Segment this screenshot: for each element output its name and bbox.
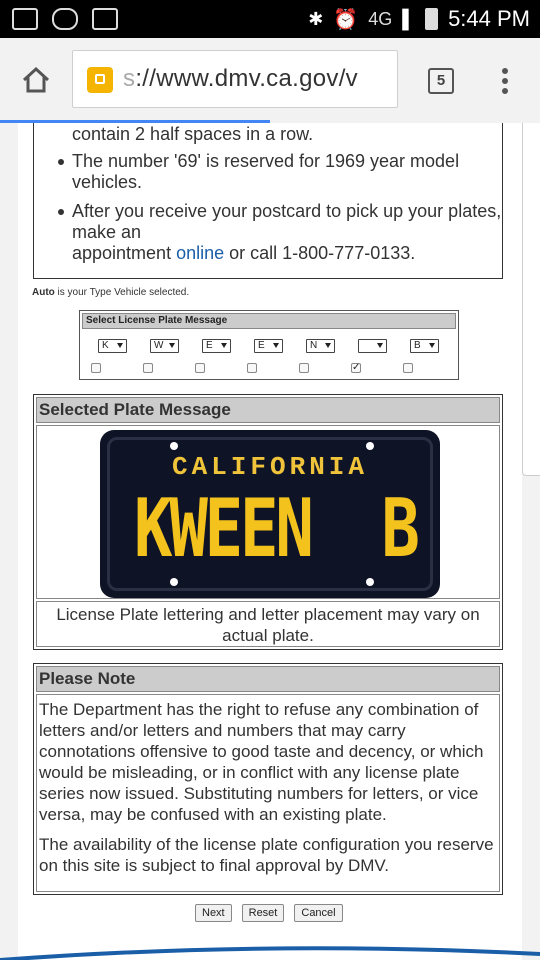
url-text: ://www.dmv.ca.gov/v <box>135 65 358 92</box>
home-icon[interactable] <box>20 64 52 96</box>
address-bar[interactable]: s://www.dmv.ca.gov/v <box>72 50 398 108</box>
browser-toolbar: s://www.dmv.ca.gov/v 5 <box>0 38 540 122</box>
plate-hole <box>366 442 374 450</box>
character-select-7[interactable]: B <box>410 339 439 353</box>
info-box: contain 2 half spaces in a row. The numb… <box>33 123 503 279</box>
next-button[interactable]: Next <box>195 904 232 922</box>
plate-hole <box>366 578 374 586</box>
overflow-menu-icon[interactable] <box>502 68 508 98</box>
half-space-checkbox-5[interactable] <box>299 363 309 373</box>
selected-plate-heading: Selected Plate Message <box>36 397 500 423</box>
online-link[interactable]: online <box>176 243 224 263</box>
character-select-value: B <box>414 340 421 351</box>
chevron-down-icon <box>377 343 383 348</box>
character-select-3[interactable]: E <box>202 339 231 353</box>
lock-icon <box>87 67 113 93</box>
note-paragraph: The availability of the license plate co… <box>39 835 494 875</box>
bottom-decoration <box>0 946 540 960</box>
please-note-heading: Please Note <box>36 666 500 692</box>
half-space-checkbox-2[interactable] <box>143 363 153 373</box>
character-select-value: E <box>206 340 213 351</box>
character-select-5[interactable]: N <box>306 339 335 353</box>
plate-message-text: KWEEN B <box>134 482 420 575</box>
plate-state-name: CALIFORNIA <box>171 452 369 482</box>
network-type: 4G <box>368 8 393 29</box>
alarm-icon: ⏰ <box>333 8 359 31</box>
plate-caption: License Plate lettering and letter place… <box>36 601 500 647</box>
page-content: contain 2 half spaces in a row. The numb… <box>18 123 522 960</box>
half-space-checkbox-4[interactable] <box>247 363 257 373</box>
info-line-partial: contain 2 half spaces in a row. <box>72 124 314 144</box>
plate-hole <box>170 442 178 450</box>
character-select-value: N <box>310 340 318 351</box>
character-select-2[interactable]: W <box>150 339 179 353</box>
info-line: appointment online or call 1-800-777-013… <box>72 243 416 263</box>
side-panel-edge <box>522 123 540 476</box>
selector-title: Select License Plate Message <box>82 313 456 329</box>
bullet <box>58 159 64 165</box>
half-space-checkbox-3[interactable] <box>195 363 205 373</box>
image-notification-icon <box>92 8 118 30</box>
license-plate-preview: CALIFORNIA KWEEN B <box>100 430 440 598</box>
form-buttons: Next Reset Cancel <box>195 904 343 922</box>
half-space-checkbox-1[interactable] <box>91 363 101 373</box>
clock: 5:44 PM <box>448 6 530 31</box>
vehicle-type-note: Auto is your Type Vehicle selected. <box>32 287 190 298</box>
chevron-down-icon <box>169 343 175 348</box>
note-paragraph: The Department has the right to refuse a… <box>39 700 484 824</box>
info-line: The number '69' is reserved for 1969 yea… <box>72 151 460 171</box>
chevron-down-icon <box>325 343 331 348</box>
signal-icon: ▌ <box>402 8 416 29</box>
character-select-value: E <box>258 340 265 351</box>
cancel-button[interactable]: Cancel <box>294 904 343 922</box>
character-select-value: K <box>102 340 109 351</box>
half-space-checkbox-6[interactable]: ✓ <box>351 363 361 373</box>
tab-switcher-button[interactable]: 5 <box>428 68 454 94</box>
please-note-body: The Department has the right to refuse a… <box>36 694 500 892</box>
selected-plate-section: Selected Plate Message CALIFORNIA KWEEN … <box>33 394 503 650</box>
plate-message-selector: Select License Plate Message K W E E N ✓ B <box>79 310 459 380</box>
plate-image-cell: CALIFORNIA KWEEN B <box>36 425 500 599</box>
plate-hole <box>170 578 178 586</box>
chevron-down-icon <box>429 343 435 348</box>
half-space-checkbox-7[interactable] <box>403 363 413 373</box>
info-line: vehicles. <box>72 172 143 192</box>
character-select-value: W <box>154 340 164 351</box>
character-select-4[interactable]: E <box>254 339 283 353</box>
message-notification-icon <box>12 8 38 30</box>
character-select-1[interactable]: K <box>98 339 127 353</box>
please-note-section: Please Note The Department has the right… <box>33 663 503 895</box>
character-select-6[interactable] <box>358 339 387 353</box>
bluetooth-icon: ✱ <box>308 8 324 29</box>
info-line: make an <box>72 222 142 242</box>
info-line: After you receive your postcard to pick … <box>72 201 502 221</box>
chevron-down-icon <box>273 343 279 348</box>
battery-icon <box>425 8 439 30</box>
bullet <box>58 209 64 215</box>
chevron-down-icon <box>221 343 227 348</box>
reset-button[interactable]: Reset <box>241 904 285 922</box>
radio-app-icon <box>52 8 78 30</box>
url-prefix: s <box>123 65 136 92</box>
chevron-down-icon <box>117 343 123 348</box>
status-bar: ✱ ⏰ 4G ▌ 5:44 PM <box>0 0 540 38</box>
